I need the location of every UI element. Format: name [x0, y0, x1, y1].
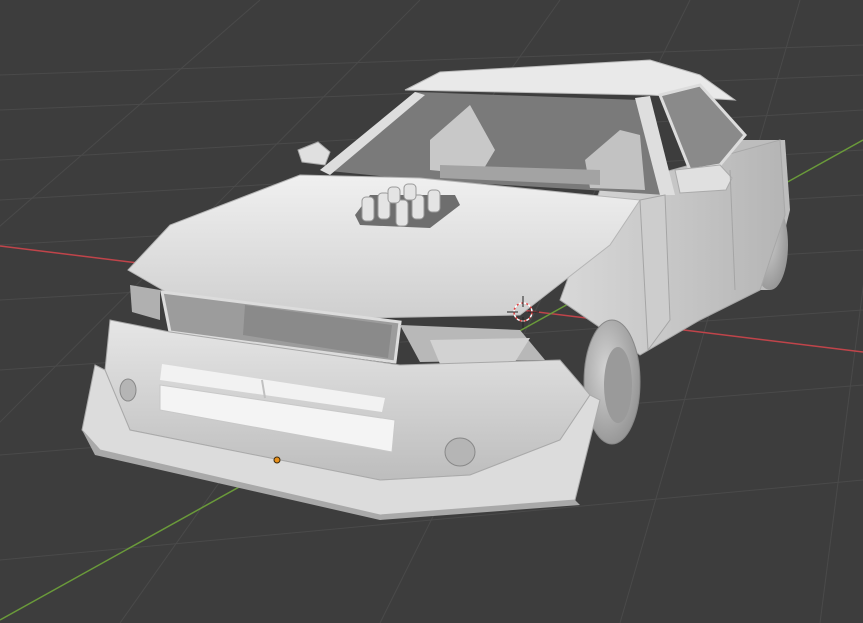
car-model[interactable] [81, 59, 790, 520]
viewport-canvas[interactable] [0, 0, 863, 623]
object-origin-icon [273, 456, 281, 464]
3d-viewport[interactable] [0, 0, 863, 623]
